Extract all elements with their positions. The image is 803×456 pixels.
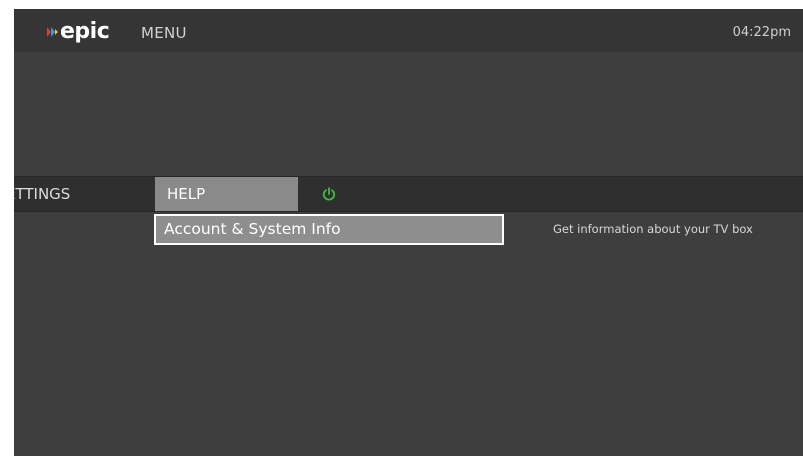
tab-settings[interactable]: ETTINGS bbox=[14, 177, 106, 211]
top-bar: epic MENU 04:22pm bbox=[14, 9, 803, 52]
tab-help[interactable]: HELP bbox=[155, 177, 298, 211]
account-system-info-item[interactable]: Account & System Info bbox=[154, 214, 504, 245]
epic-logo: epic bbox=[47, 19, 110, 44]
page-title: MENU bbox=[141, 24, 187, 42]
clock: 04:22pm bbox=[732, 25, 791, 40]
power-button[interactable] bbox=[321, 186, 337, 202]
epic-logo-mark-icon bbox=[47, 27, 58, 37]
power-icon bbox=[322, 187, 336, 201]
tv-screen: epic MENU 04:22pm ETTINGS HELP Account &… bbox=[14, 9, 803, 456]
logo-text: epic bbox=[60, 19, 110, 44]
menu-tab-bar: ETTINGS HELP bbox=[14, 176, 803, 212]
item-description: Get information about your TV box bbox=[553, 222, 753, 236]
